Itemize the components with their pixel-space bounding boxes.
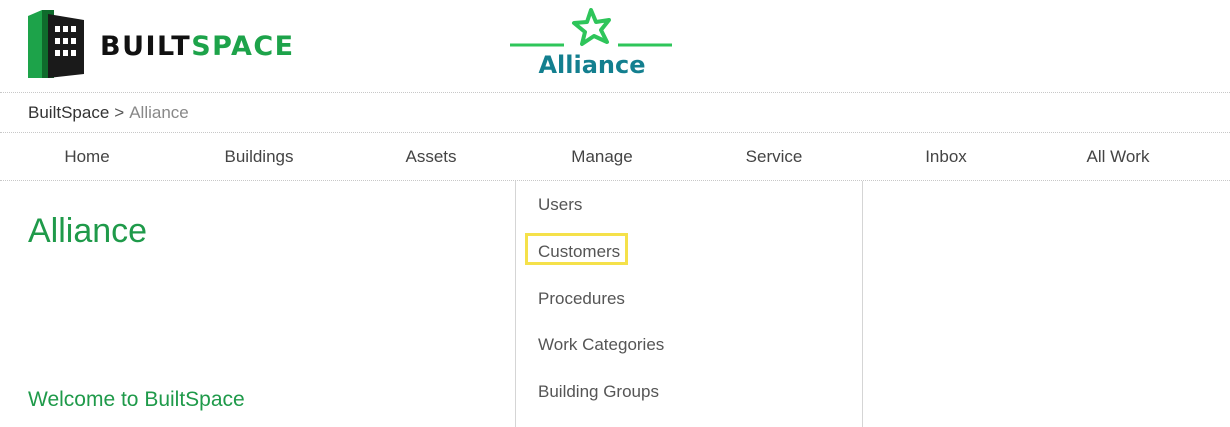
menu-item-procedures[interactable]: Procedures — [538, 289, 625, 309]
menu-item-building-groups[interactable]: Building Groups — [538, 382, 659, 402]
nav-buildings[interactable]: Buildings — [173, 133, 345, 181]
nav-all-work[interactable]: All Work — [1032, 133, 1204, 181]
header-divider — [0, 92, 1230, 93]
builtspace-logo[interactable]: BUILTSPACE — [28, 8, 295, 78]
breadcrumb: BuiltSpace > Alliance — [28, 103, 189, 123]
manage-dropdown-menu: Users Customers Procedures Work Categori… — [515, 181, 863, 427]
wordmark-space: SPACE — [191, 30, 295, 62]
welcome-heading: Welcome to BuiltSpace — [28, 388, 245, 411]
menu-item-users[interactable]: Users — [538, 195, 582, 215]
menu-item-customers[interactable]: Customers — [538, 242, 620, 262]
nav-home[interactable]: Home — [1, 133, 173, 181]
breadcrumb-separator: > — [114, 103, 125, 122]
alliance-logo: Alliance — [510, 8, 674, 84]
breadcrumb-current: Alliance — [129, 103, 189, 122]
menu-item-work-categories[interactable]: Work Categories — [538, 335, 664, 355]
alliance-logo-text: Alliance — [538, 51, 646, 79]
wordmark-built: BUILT — [100, 30, 192, 62]
nav-assets[interactable]: Assets — [345, 133, 517, 181]
nav-service[interactable]: Service — [688, 133, 860, 181]
page-title: Alliance — [28, 212, 148, 250]
main-nav: Home Buildings Assets Manage Service Inb… — [0, 133, 1230, 181]
breadcrumb-root-link[interactable]: BuiltSpace — [28, 103, 109, 122]
star-icon — [510, 8, 672, 47]
nav-inbox[interactable]: Inbox — [860, 133, 1032, 181]
header: BUILTSPACE Alliance — [0, 0, 1230, 92]
nav-manage[interactable]: Manage — [516, 133, 688, 181]
builtspace-wordmark: BUILTSPACE — [100, 31, 295, 62]
building-logo-icon — [28, 10, 84, 78]
